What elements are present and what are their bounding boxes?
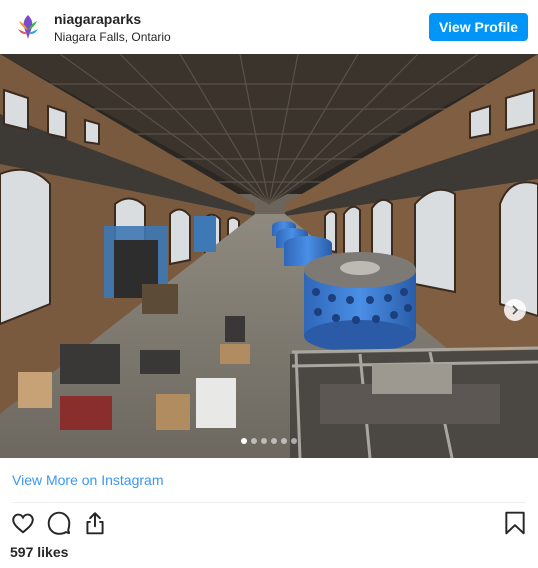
carousel-dot — [241, 438, 247, 444]
view-more-link[interactable]: View More on Instagram — [12, 472, 163, 488]
bookmark-icon[interactable] — [502, 510, 528, 536]
divider — [12, 502, 526, 503]
post-photo[interactable] — [0, 54, 538, 458]
carousel-dot — [291, 438, 297, 444]
share-icon[interactable] — [82, 510, 108, 536]
carousel-dot — [251, 438, 257, 444]
niagara-parks-logo-icon[interactable] — [14, 13, 42, 41]
carousel-indicator — [0, 438, 538, 444]
carousel-dot — [261, 438, 267, 444]
carousel-next-button[interactable] — [504, 299, 526, 321]
carousel-dot — [281, 438, 287, 444]
likes-count[interactable]: 597 likes — [10, 544, 68, 560]
post-image — [0, 54, 538, 458]
carousel-dot — [271, 438, 277, 444]
location-label[interactable]: Niagara Falls, Ontario — [54, 30, 171, 44]
heart-icon[interactable] — [10, 510, 36, 536]
comment-icon[interactable] — [46, 510, 72, 536]
instagram-embed-card: niagaraparks Niagara Falls, Ontario View… — [0, 0, 538, 568]
account-name[interactable]: niagaraparks — [54, 11, 141, 27]
view-profile-button[interactable]: View Profile — [429, 13, 528, 41]
post-header: niagaraparks Niagara Falls, Ontario View… — [0, 0, 538, 54]
chevron-right-icon — [512, 305, 519, 315]
